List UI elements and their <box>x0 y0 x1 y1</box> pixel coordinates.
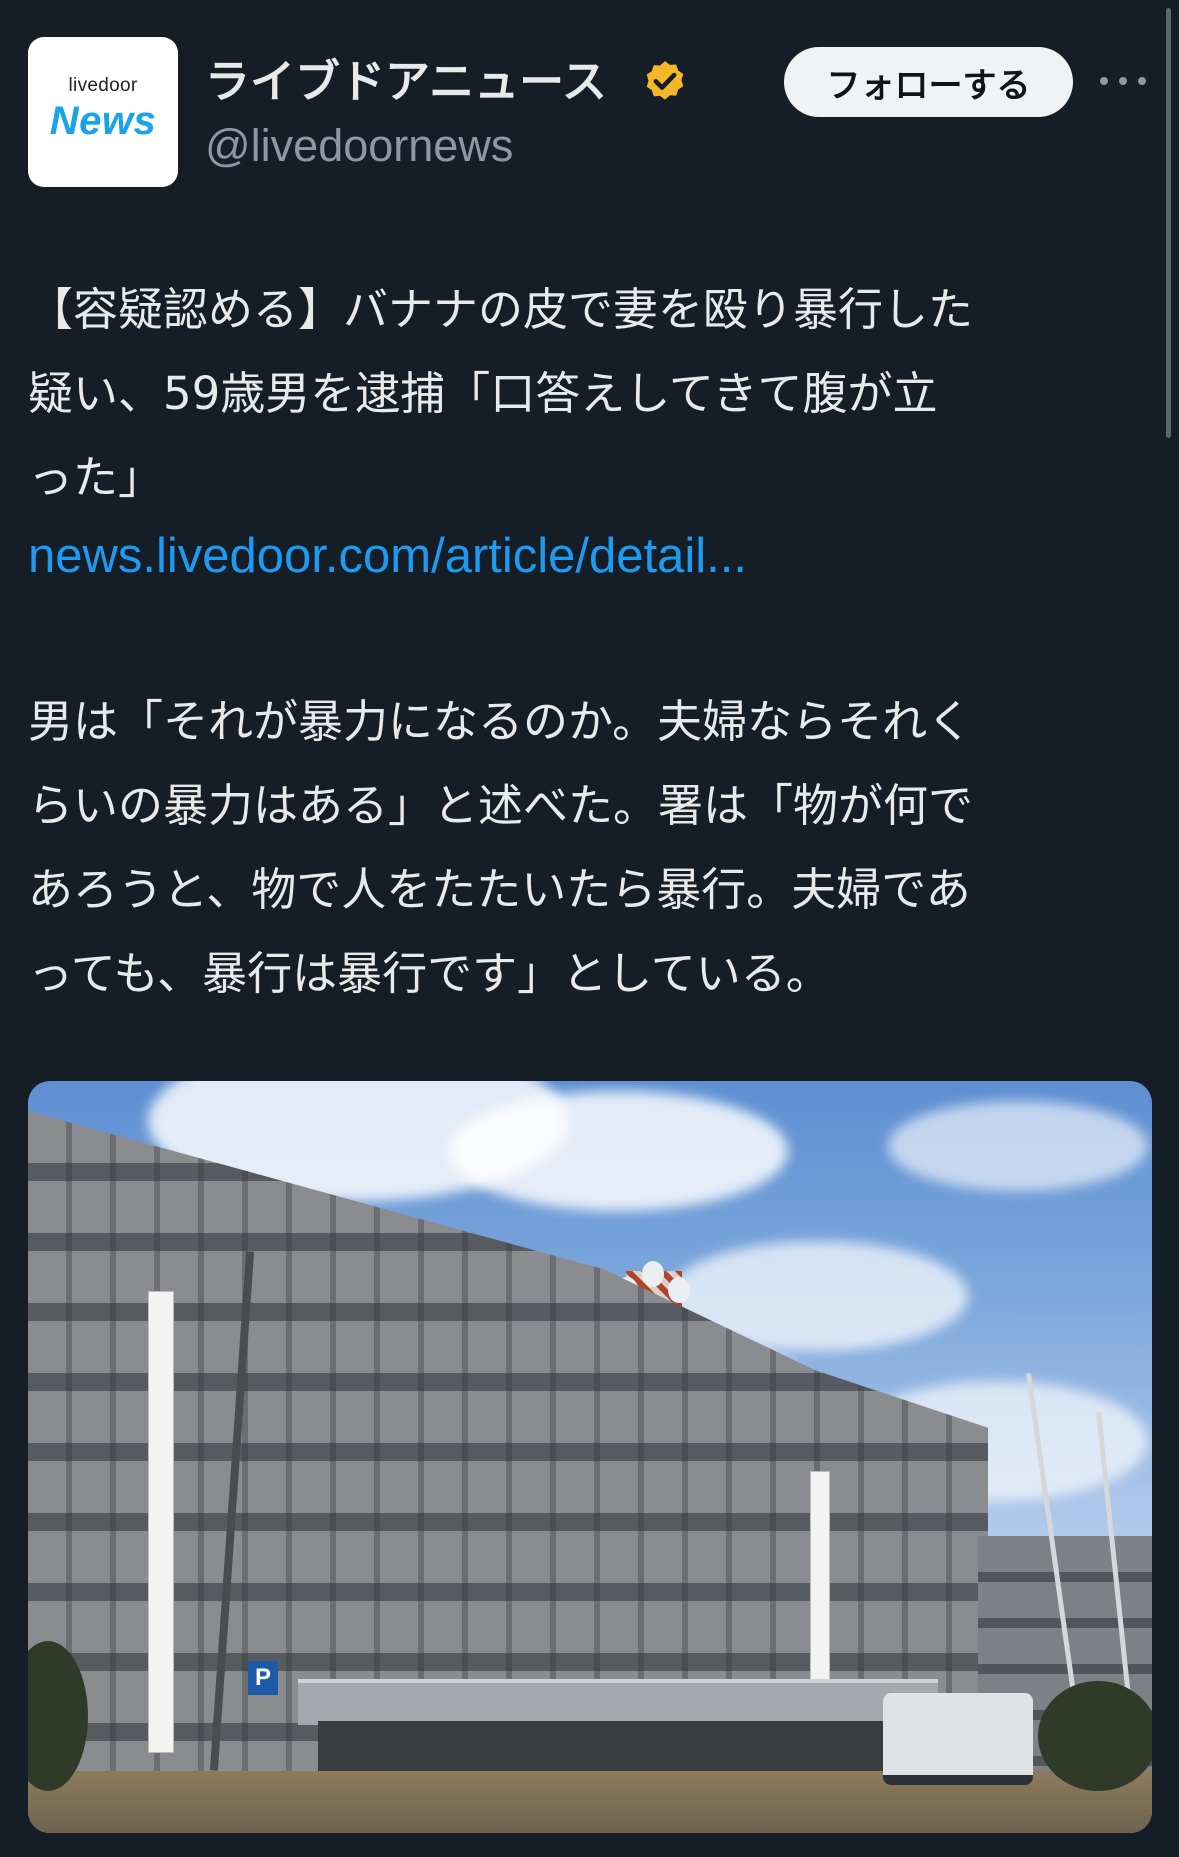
more-options-icon[interactable] <box>1100 66 1146 96</box>
parking-sign: P <box>248 1661 278 1695</box>
post-photo[interactable]: P <box>28 1081 1152 1833</box>
post-text-headline: 【容疑認める】バナナの皮で妻を殴り暴行した 疑い、59歳男を逮捕「口答えしてきて… <box>28 268 1158 520</box>
text-line: っても、暴行は暴行です」としている。 <box>28 947 831 1000</box>
text-line: あろうと、物で人をたたいたら暴行。夫婦であ <box>28 863 971 916</box>
post-header: livedoor News ライブドアニュース @livedoornews フォ… <box>0 0 1179 200</box>
text-line: 男は「それが暴力になるのか。夫婦ならそれく <box>28 695 973 748</box>
entrance-canopy <box>298 1679 938 1725</box>
vertical-banner <box>148 1291 174 1753</box>
post-text-body: 男は「それが暴力になるのか。夫婦ならそれく らいの暴力はある」と述べた。署は「物… <box>28 680 1158 1016</box>
antenna-dish <box>642 1261 664 1287</box>
article-link[interactable]: news.livedoor.com/article/detail... <box>28 520 747 592</box>
account-handle[interactable]: @livedoornews <box>205 118 513 174</box>
verified-badge-icon <box>646 61 684 100</box>
avatar-logo-line2: News <box>49 99 157 143</box>
avatar[interactable]: livedoor News <box>28 37 178 187</box>
tree <box>1038 1681 1152 1791</box>
text-line: 【容疑認める】バナナの皮で妻を殴り暴行した <box>28 283 974 336</box>
display-name[interactable]: ライブドアニュース <box>205 52 607 112</box>
text-line: らいの暴力はある」と述べた。署は「物が何で <box>28 779 974 832</box>
antenna-dish <box>668 1277 690 1303</box>
avatar-logo-line1: livedoor <box>68 75 138 96</box>
follow-button[interactable]: フォローする <box>784 47 1073 117</box>
scrollbar[interactable] <box>1166 8 1171 438</box>
text-line: 疑い、59歳男を逮捕「口答えしてきて腹が立 <box>28 367 938 420</box>
cloud <box>888 1101 1148 1191</box>
cloud <box>448 1091 788 1211</box>
bus <box>883 1693 1033 1785</box>
text-line: った」 <box>28 451 164 504</box>
